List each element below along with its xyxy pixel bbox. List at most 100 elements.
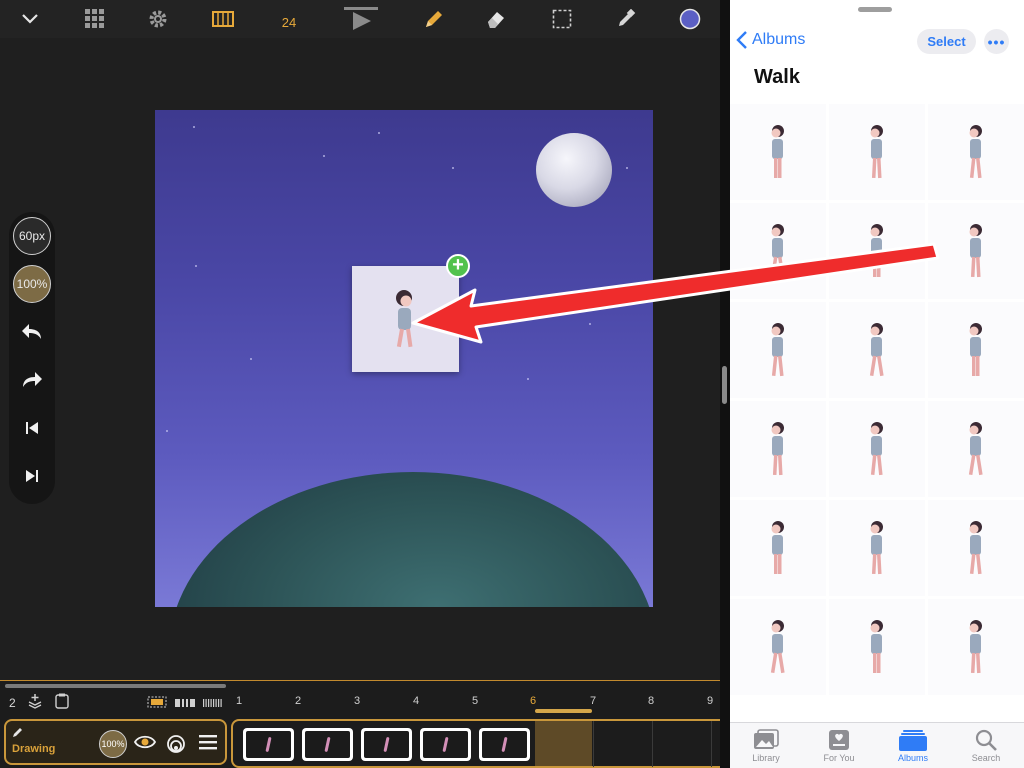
walking-kid-image	[969, 620, 982, 674]
add-layer-icon[interactable]	[27, 693, 43, 712]
tab-bar: Library For You Albums Search	[730, 722, 1024, 768]
photo-thumbnail[interactable]	[928, 401, 1024, 497]
photo-thumbnail[interactable]	[730, 599, 826, 695]
onion-skin-layer-icon[interactable]	[165, 733, 187, 758]
onion-skin-icon[interactable]	[147, 696, 167, 711]
hill-drawing	[169, 472, 653, 607]
walking-kid-image	[870, 125, 883, 179]
tab-albums[interactable]: Albums	[878, 727, 948, 763]
photo-thumbnail[interactable]	[730, 500, 826, 596]
last-frame-icon[interactable]	[20, 464, 44, 488]
photo-thumbnail[interactable]	[928, 203, 1024, 299]
photo-thumbnail[interactable]	[829, 599, 925, 695]
photo-thumbnail[interactable]	[730, 203, 826, 299]
photo-thumbnail[interactable]	[829, 302, 925, 398]
pencil-icon[interactable]	[421, 6, 447, 32]
frame-number: 8	[648, 695, 655, 707]
photo-thumbnail[interactable]	[829, 500, 925, 596]
star	[195, 265, 197, 267]
star	[193, 126, 195, 128]
frame-cell[interactable]	[302, 728, 353, 761]
add-plus-badge-icon: +	[446, 254, 470, 278]
walking-kid-image	[771, 323, 784, 377]
albums-icon	[878, 727, 948, 753]
brush-size-button[interactable]: 60px	[13, 217, 51, 255]
dragged-image-preview[interactable]	[352, 266, 459, 372]
grid-icon[interactable]	[82, 6, 108, 32]
frame-number-current: 6	[530, 695, 537, 707]
star	[589, 323, 591, 325]
collapse-chevron-icon[interactable]	[17, 6, 43, 32]
first-frame-icon[interactable]	[20, 416, 44, 440]
star	[452, 167, 454, 169]
layer-opacity-button[interactable]: 100%	[99, 730, 127, 758]
for-you-icon	[804, 727, 874, 753]
gear-icon[interactable]	[145, 6, 171, 32]
lasso-select-icon[interactable]	[549, 6, 575, 32]
eraser-icon[interactable]	[483, 6, 509, 32]
layer-row[interactable]: Drawing 100%	[4, 719, 227, 765]
photo-library-icon	[731, 727, 801, 753]
walking-kid-thumbnail	[396, 290, 413, 348]
frame-track	[231, 719, 720, 768]
walking-kid-image	[870, 422, 883, 476]
walking-kid-image	[870, 224, 883, 277]
photo-grid	[730, 104, 1024, 724]
brush-opacity-button[interactable]: 100%	[13, 265, 51, 303]
search-icon	[951, 727, 1021, 753]
photo-thumbnail[interactable]	[730, 104, 826, 200]
tab-for-you[interactable]: For You	[804, 727, 874, 763]
clipboard-icon[interactable]	[55, 693, 69, 712]
playhead[interactable]	[535, 709, 592, 713]
redo-icon[interactable]	[20, 368, 44, 392]
photo-thumbnail[interactable]	[730, 302, 826, 398]
star	[527, 378, 529, 380]
frame-cell[interactable]	[420, 728, 471, 761]
photo-thumbnail[interactable]	[928, 500, 1024, 596]
undo-icon[interactable]	[20, 320, 44, 344]
frame-number: 9	[707, 695, 714, 707]
filmstrip-icon[interactable]	[210, 6, 236, 32]
walking-kid-image	[770, 224, 785, 278]
photo-thumbnail[interactable]	[829, 203, 925, 299]
tab-library[interactable]: Library	[731, 727, 801, 763]
photo-thumbnail[interactable]	[928, 599, 1024, 695]
visibility-eye-icon[interactable]	[133, 734, 157, 755]
frame-cell[interactable]	[479, 728, 530, 761]
color-swatch-icon[interactable]	[677, 6, 703, 32]
star	[323, 155, 325, 157]
walking-kid-image	[870, 521, 883, 575]
album-title: Walk	[754, 66, 800, 88]
timeline-scrollbar[interactable]	[5, 684, 226, 688]
star	[166, 430, 168, 432]
window-grabber[interactable]	[858, 7, 892, 12]
walking-kid-image	[771, 521, 784, 574]
frame-number: 7	[590, 695, 597, 707]
frame-cell[interactable]	[361, 728, 412, 761]
photo-thumbnail[interactable]	[928, 302, 1024, 398]
frame-cell[interactable]	[243, 728, 294, 761]
walking-kid-image	[968, 422, 983, 476]
animation-app: 24 + 60px 100% 2 1 2 3 4 5 6 7 8 9 Drawi…	[0, 0, 720, 768]
back-button[interactable]: Albums	[736, 31, 805, 49]
frame-spacing-icon[interactable]	[175, 697, 195, 711]
more-options-button[interactable]: •••	[984, 29, 1009, 54]
eyedropper-icon[interactable]	[613, 6, 639, 32]
split-view: 24 + 60px 100% 2 1 2 3 4 5 6 7 8 9 Drawi…	[0, 0, 1024, 768]
play-icon[interactable]	[344, 6, 378, 32]
photos-app: Albums Select ••• Walk Library For You A…	[730, 0, 1024, 768]
select-button[interactable]: Select	[917, 29, 976, 54]
tab-search[interactable]: Search	[951, 727, 1021, 763]
photo-thumbnail[interactable]	[829, 104, 925, 200]
layer-menu-icon[interactable]	[199, 734, 217, 755]
fps-label[interactable]: 24	[274, 9, 304, 35]
photo-thumbnail[interactable]	[730, 401, 826, 497]
frame-divider	[711, 721, 712, 767]
layer-name: Drawing	[12, 743, 56, 755]
split-resize-handle[interactable]	[722, 366, 727, 404]
photo-thumbnail[interactable]	[928, 104, 1024, 200]
tab-label: Search	[971, 753, 1001, 763]
zoom-frames-icon[interactable]	[203, 697, 223, 711]
walking-kid-image	[770, 620, 785, 674]
photo-thumbnail[interactable]	[829, 401, 925, 497]
